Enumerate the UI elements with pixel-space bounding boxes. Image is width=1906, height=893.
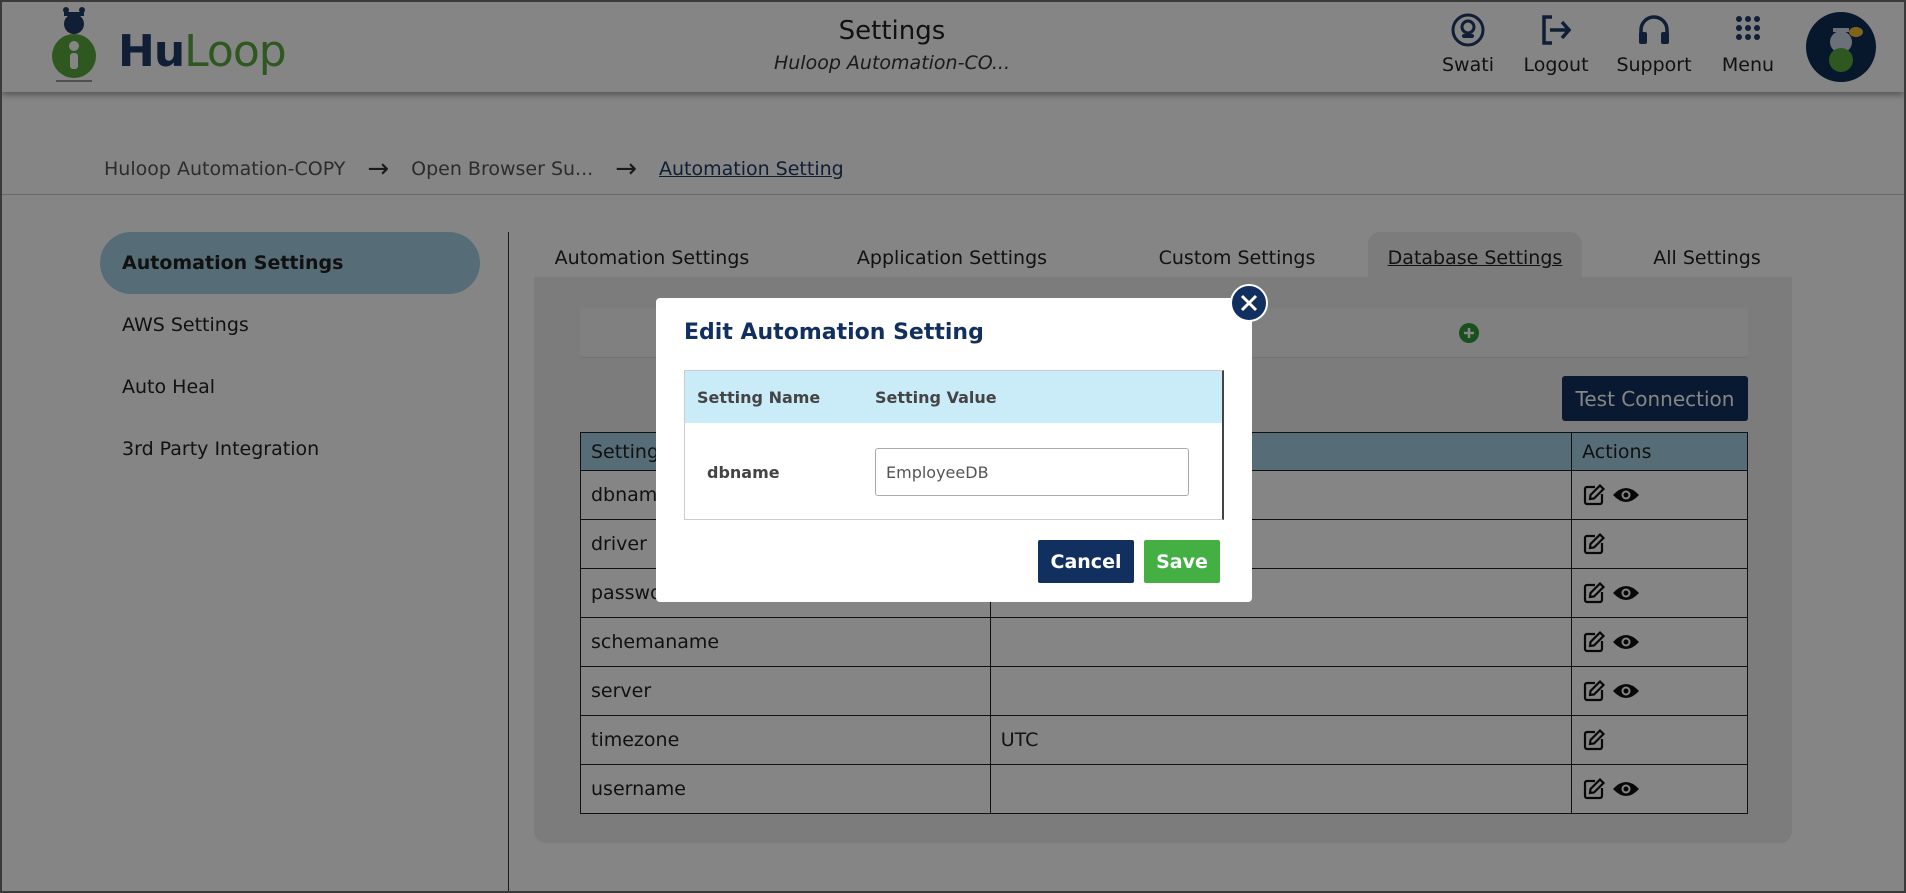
close-icon <box>1240 294 1258 312</box>
save-button[interactable]: Save <box>1144 540 1220 583</box>
modal-settings-table: Setting Name Setting Value dbname <box>684 370 1224 520</box>
setting-value-input[interactable] <box>875 448 1189 496</box>
modal-title: Edit Automation Setting <box>684 320 984 345</box>
modal-table-row: dbname <box>685 423 1222 521</box>
column-header-setting-value: Setting Value <box>875 387 997 407</box>
setting-name-label: dbname <box>707 462 780 482</box>
modal-table-header: Setting Name Setting Value <box>685 371 1222 423</box>
edit-setting-modal: Edit Automation Setting Setting Name Set… <box>656 298 1252 602</box>
cancel-button[interactable]: Cancel <box>1038 540 1134 583</box>
column-header-setting-name: Setting Name <box>697 387 821 407</box>
app-window: HuLoop Settings Huloop Automation-CO... … <box>0 0 1906 893</box>
modal-close-button[interactable] <box>1230 284 1268 322</box>
